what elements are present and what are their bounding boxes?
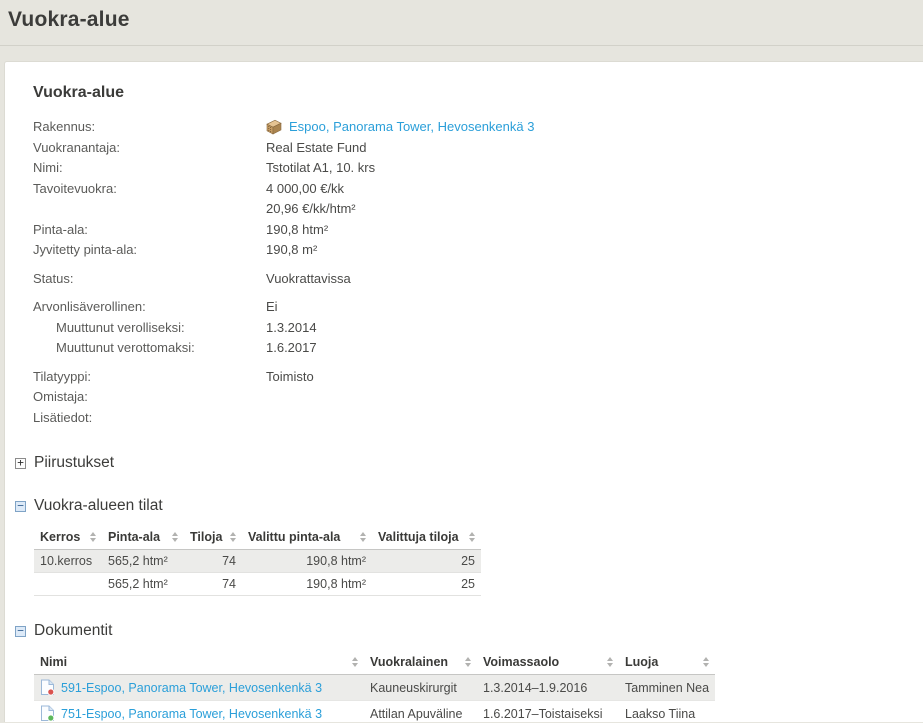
- tilat-table: Kerros Pinta-ala Tiloja Valittu pinta-al…: [34, 527, 481, 596]
- cell-vuokralainen: Attilan Apuväline: [364, 701, 477, 723]
- field-value: 190,8 m²: [266, 240, 317, 261]
- sort-icon: [703, 657, 709, 667]
- sort-icon: [465, 657, 471, 667]
- field-value: Vuokrattavissa: [266, 269, 351, 290]
- column-header-vuokralainen[interactable]: Vuokralainen: [364, 652, 477, 675]
- field-label: Muuttunut verolliseksi:: [33, 318, 266, 339]
- dokumentit-table: Nimi Vuokralainen Voimassaolo Luoja: [34, 652, 715, 722]
- cell-tiloja: 74: [184, 550, 242, 573]
- field-jyvitetty-pinta-ala: Jyvitetty pinta-ala: 190,8 m²: [33, 240, 923, 261]
- building-link[interactable]: Espoo, Panorama Tower, Hevosenkenkä 3: [289, 117, 534, 138]
- building-icon: [266, 119, 282, 135]
- field-omistaja: Omistaja:: [33, 387, 923, 408]
- sort-icon: [172, 532, 178, 542]
- field-lisatiedot: Lisätiedot:: [33, 408, 923, 429]
- field-label: Vuokranantaja:: [33, 138, 266, 159]
- sort-icon: [90, 532, 96, 542]
- collapse-icon[interactable]: −: [15, 501, 26, 512]
- field-arvonlisaverollinen: Arvonlisäverollinen: Ei: [33, 297, 923, 318]
- sort-icon: [230, 532, 236, 542]
- section-piirustukset: + Piirustukset: [15, 454, 923, 472]
- field-label: Omistaja:: [33, 387, 266, 408]
- sort-icon: [352, 657, 358, 667]
- doc-header-row: Nimi Vuokralainen Voimassaolo Luoja: [34, 652, 715, 675]
- column-header-kerros[interactable]: Kerros: [34, 527, 102, 550]
- page-header: Vuokra-alue: [0, 0, 923, 46]
- cell-valittuja-tiloja: 25: [372, 550, 481, 573]
- cell-vuokralainen: Kauneuskirurgit: [364, 675, 477, 701]
- content-card: Vuokra-alue Rakennus: Espoo, Panorama To…: [4, 61, 923, 722]
- field-label: Rakennus:: [33, 117, 266, 138]
- section-dokumentit: − Dokumentit: [15, 622, 923, 640]
- table-row: 10.kerros 565,2 htm² 74 190,8 htm² 25: [34, 550, 481, 573]
- field-value: Ei: [266, 297, 278, 318]
- cell-voimassaolo: 1.3.2014–1.9.2016: [477, 675, 619, 701]
- field-value: Tstotilat A1, 10. krs: [266, 158, 375, 179]
- field-label: Lisätiedot:: [33, 408, 266, 429]
- field-muuttunut-verolliseksi: Muuttunut verolliseksi: 1.3.2014: [33, 318, 923, 339]
- field-label: Muuttunut verottomaksi:: [33, 338, 266, 359]
- field-tilatyyppi: Tilatyyppi: Toimisto: [33, 367, 923, 388]
- cell-valittuja-tiloja: 25: [372, 573, 481, 596]
- field-value: 1.6.2017: [266, 338, 317, 359]
- table-summary-row: 565,2 htm² 74 190,8 htm² 25: [34, 573, 481, 596]
- cell-pinta-ala: 565,2 htm²: [102, 573, 184, 596]
- sort-icon: [360, 532, 366, 542]
- document-icon-green-status: [40, 705, 55, 722]
- field-nimi: Nimi: Tstotilat A1, 10. krs: [33, 158, 923, 179]
- cell-valittu-pinta-ala: 190,8 htm²: [242, 550, 372, 573]
- column-header-pinta-ala[interactable]: Pinta-ala: [102, 527, 184, 550]
- field-label: Tilatyyppi:: [33, 367, 266, 388]
- section-title-piirustukset: Piirustukset: [34, 454, 114, 472]
- card-heading: Vuokra-alue: [33, 84, 923, 102]
- cell-tiloja: 74: [184, 573, 242, 596]
- cell-pinta-ala: 565,2 htm²: [102, 550, 184, 573]
- document-link[interactable]: 591-Espoo, Panorama Tower, Hevosenkenkä …: [61, 681, 322, 695]
- column-header-valittu-pinta-ala[interactable]: Valittu pinta-ala: [242, 527, 372, 550]
- section-title-tilat: Vuokra-alueen tilat: [34, 497, 163, 515]
- cell-kerros: [34, 573, 102, 596]
- field-value: 1.3.2014: [266, 318, 317, 339]
- column-header-voimassaolo[interactable]: Voimassaolo: [477, 652, 619, 675]
- field-label: Nimi:: [33, 158, 266, 179]
- cell-luoja: Laakso Tiina: [619, 701, 715, 723]
- field-label: Status:: [33, 269, 266, 290]
- expand-icon[interactable]: +: [15, 458, 26, 469]
- column-header-tiloja[interactable]: Tiloja: [184, 527, 242, 550]
- field-rakennus: Rakennus: Espoo, Panorama Tower, Hevosen…: [33, 117, 923, 138]
- field-value: Real Estate Fund: [266, 138, 366, 159]
- field-label: Tavoitevuokra:: [33, 179, 266, 200]
- column-header-nimi[interactable]: Nimi: [34, 652, 364, 675]
- sort-icon: [607, 657, 613, 667]
- field-vuokranantaja: Vuokranantaja: Real Estate Fund: [33, 138, 923, 159]
- tilat-header-row: Kerros Pinta-ala Tiloja Valittu pinta-al…: [34, 527, 481, 550]
- cell-kerros: 10.kerros: [34, 550, 102, 573]
- column-header-valittuja-tiloja[interactable]: Valittuja tiloja: [372, 527, 481, 550]
- field-list: Rakennus: Espoo, Panorama Tower, Hevosen…: [33, 117, 923, 428]
- field-value-secondary: 20,96 €/kk/htm²: [266, 199, 356, 220]
- field-tavoitevuokra: Tavoitevuokra: 4 000,00 €/kk 20,96 €/kk/…: [33, 179, 923, 220]
- field-label: Pinta-ala:: [33, 220, 266, 241]
- cell-voimassaolo: 1.6.2017–Toistaiseksi: [477, 701, 619, 723]
- field-value: 4 000,00 €/kk: [266, 179, 356, 200]
- table-row: 751-Espoo, Panorama Tower, Hevosenkenkä …: [34, 701, 715, 723]
- cell-luoja: Tamminen Nea: [619, 675, 715, 701]
- field-label: Arvonlisäverollinen:: [33, 297, 266, 318]
- column-header-luoja[interactable]: Luoja: [619, 652, 715, 675]
- cell-valittu-pinta-ala: 190,8 htm²: [242, 573, 372, 596]
- field-label: Jyvitetty pinta-ala:: [33, 240, 266, 261]
- field-pinta-ala: Pinta-ala: 190,8 htm²: [33, 220, 923, 241]
- document-icon-red-status: [40, 679, 55, 696]
- section-tilat: − Vuokra-alueen tilat: [15, 497, 923, 515]
- document-link[interactable]: 751-Espoo, Panorama Tower, Hevosenkenkä …: [61, 707, 322, 721]
- field-value: 190,8 htm²: [266, 220, 328, 241]
- section-title-dokumentit: Dokumentit: [34, 622, 112, 640]
- table-row: 591-Espoo, Panorama Tower, Hevosenkenkä …: [34, 675, 715, 701]
- sort-icon: [469, 532, 475, 542]
- collapse-icon[interactable]: −: [15, 626, 26, 637]
- field-value: Toimisto: [266, 367, 314, 388]
- field-muuttunut-verottomaksi: Muuttunut verottomaksi: 1.6.2017: [33, 338, 923, 359]
- field-status: Status: Vuokrattavissa: [33, 269, 923, 290]
- page-title: Vuokra-alue: [8, 8, 923, 32]
